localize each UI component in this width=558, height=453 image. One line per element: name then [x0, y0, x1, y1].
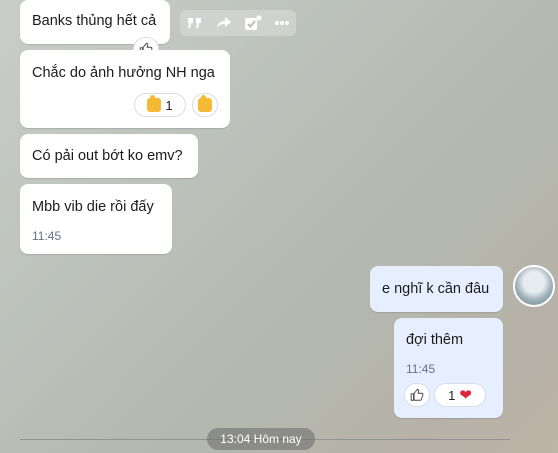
- avatar[interactable]: [513, 265, 555, 307]
- message-text: Chắc do ảnh hưởng NH nga: [32, 65, 215, 81]
- message-text: Banks thủng hết cả: [32, 13, 157, 29]
- message-text: e nghĩ k cần đâu: [382, 281, 490, 297]
- message-text: đợi thêm: [406, 332, 464, 348]
- message-text: Mbb vib die rồi đấy: [32, 199, 154, 215]
- thumbs-up-icon: [410, 388, 424, 401]
- message-time: 11:45: [32, 229, 62, 243]
- reaction-count: 1: [448, 387, 456, 403]
- more-icon[interactable]: [273, 14, 291, 32]
- reaction-summary[interactable]: 1: [134, 93, 186, 117]
- date-separator: 13:04 Hôm nay: [207, 428, 315, 450]
- thumbs-up-emoji-icon: [198, 95, 212, 112]
- forward-icon[interactable]: [215, 14, 233, 32]
- message-bubble[interactable]: đợi thêm 11:45 1 ❤: [394, 318, 503, 418]
- heart-icon: ❤: [459, 386, 472, 404]
- reaction-summary[interactable]: 1 ❤: [434, 383, 486, 407]
- message-bubble[interactable]: Có pải out bớt ko emv?: [20, 134, 198, 178]
- message-toolbar: [180, 10, 296, 36]
- quote-icon[interactable]: [186, 14, 204, 32]
- message-time: 11:45: [406, 362, 436, 376]
- message-text: Có pải out bớt ko emv?: [32, 148, 183, 164]
- checked-task-icon[interactable]: [244, 14, 262, 32]
- message-bubble[interactable]: e nghĩ k cần đâu: [370, 266, 503, 312]
- reaction-count: 1: [165, 97, 173, 113]
- message-bubble[interactable]: Mbb vib die rồi đấy 11:45: [20, 184, 172, 254]
- react-button[interactable]: [192, 93, 218, 117]
- message-bubble[interactable]: Chắc do ảnh hưởng NH nga 1: [20, 50, 230, 128]
- thumbs-up-emoji-icon: [147, 95, 162, 112]
- react-button[interactable]: [404, 383, 430, 407]
